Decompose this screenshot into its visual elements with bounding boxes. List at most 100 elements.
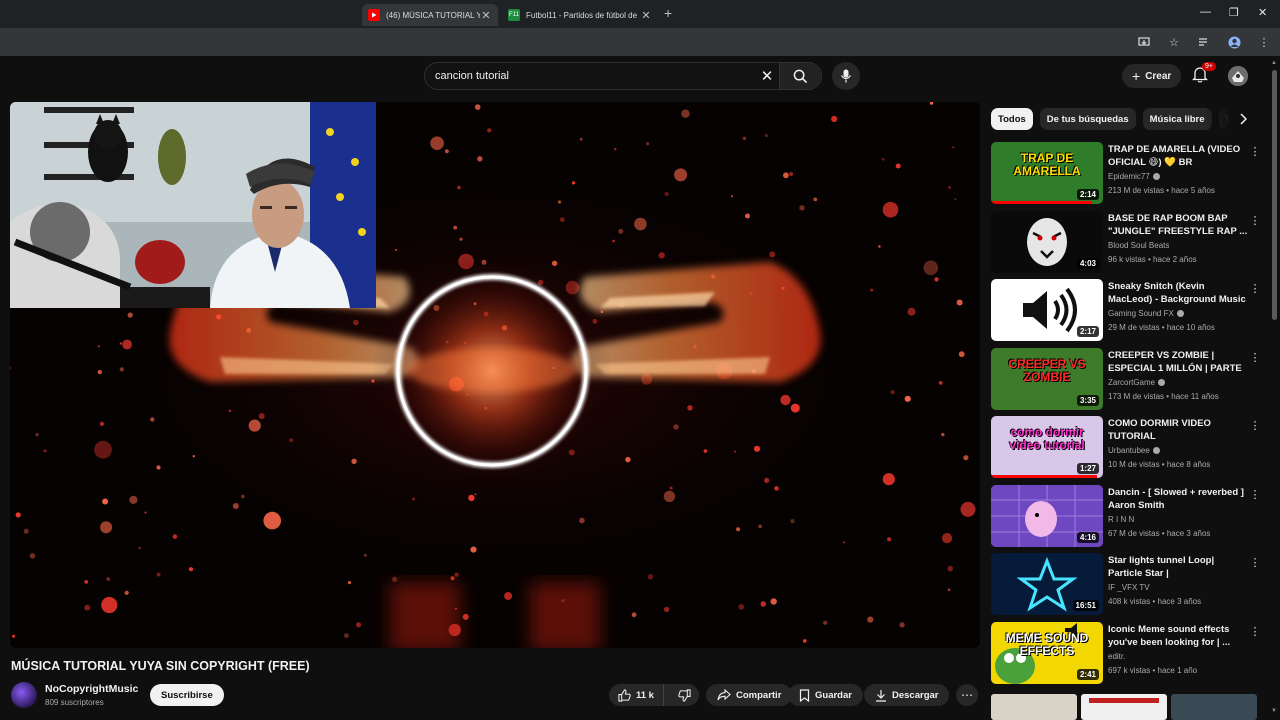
recommendation-channel[interactable]: Urbantubee (1108, 446, 1160, 455)
channel-label: Blood Soul Beats (1108, 241, 1170, 250)
more-vertical-icon[interactable]: ⋮ (1250, 281, 1261, 295)
more-vertical-icon[interactable]: ⋮ (1250, 144, 1261, 158)
recommendation-title[interactable]: Star lights tunnel Loop| Particle Star | (1108, 554, 1248, 580)
thumbnail[interactable]: 16:51 (991, 553, 1103, 615)
recommendation-title[interactable]: TRAP DE AMARELLA (VIDEO OFICIAL 😄) 💛 BR (1108, 143, 1248, 169)
more-vertical-icon[interactable]: ⋮ (1250, 487, 1261, 501)
thumbnail[interactable]: 4:16 (991, 485, 1103, 547)
recommendation-channel[interactable]: Gaming Sound FX (1108, 309, 1184, 318)
particle (344, 633, 349, 638)
recommendation-title[interactable]: COMO DORMIR VIDEO TUTORIAL (1108, 417, 1248, 443)
particle (470, 546, 477, 553)
subscribe-button[interactable]: Suscribirse (150, 684, 224, 706)
thumbnail[interactable] (991, 694, 1077, 720)
minimize-icon[interactable]: — (1200, 6, 1211, 18)
particle (745, 213, 750, 219)
chip-de-tus-busquedas[interactable]: De tus búsquedas (1039, 108, 1136, 130)
browser-tab-futbol11[interactable]: F11 Futbol11 - Partidos de fútbol de ✕ (502, 4, 658, 26)
recommendation-item[interactable]: 4:03 BASE DE RAP BOOM BAP "JUNGLE" FREEST… (991, 211, 1267, 273)
reading-list-icon[interactable] (1196, 34, 1212, 50)
particle (571, 181, 576, 185)
install-icon[interactable] (1136, 34, 1152, 50)
chip-todos[interactable]: Todos (991, 108, 1033, 130)
close-icon[interactable]: ✕ (640, 9, 652, 22)
voice-search-button[interactable] (832, 62, 860, 90)
thumbnail[interactable] (1171, 694, 1257, 720)
particle (364, 554, 367, 557)
profile-icon[interactable] (1226, 34, 1242, 50)
share-button[interactable]: Compartir (706, 684, 793, 706)
more-vertical-icon[interactable]: ⋮ (1250, 213, 1261, 227)
thumbnail[interactable] (1081, 694, 1167, 720)
close-icon[interactable]: ✕ (480, 9, 492, 22)
channel-name[interactable]: NoCopyrightMusic (45, 683, 138, 695)
chips-next-button[interactable] (1236, 112, 1250, 126)
search-input[interactable] (425, 70, 755, 82)
particle (412, 497, 416, 501)
like-button[interactable]: 11 k (609, 684, 664, 706)
duration-badge: 4:03 (1076, 258, 1099, 269)
particle (35, 433, 39, 437)
more-actions-button[interactable]: ⋯ (956, 684, 978, 706)
recommendation-channel[interactable]: IF _VFX TV (1108, 583, 1150, 592)
create-button[interactable]: + Crear (1122, 64, 1182, 88)
recommendation-item[interactable]: MEME SOUND EFFECTS 2:41 Iconic Meme sound … (991, 622, 1267, 684)
recommendation-item[interactable]: CREEPER VS ZOMBIE 3:35 CREEPER VS ZOMBIE |… (991, 348, 1267, 410)
menu-icon[interactable]: ⋮ (1256, 34, 1272, 50)
clear-search-icon[interactable]: ✕ (755, 67, 779, 85)
plus-icon[interactable]: + (664, 5, 672, 21)
dislike-button[interactable] (669, 684, 699, 706)
more-vertical-icon[interactable]: ⋮ (1250, 418, 1261, 432)
particle (487, 128, 492, 133)
upload-age: hace 10 años (1166, 323, 1215, 332)
restore-icon[interactable]: ❐ (1229, 6, 1239, 19)
particle (764, 134, 768, 138)
browser-tab-youtube[interactable]: (46) MÚSICA TUTORIAL YUYA S ✕ (362, 4, 498, 26)
more-vertical-icon[interactable]: ⋮ (1250, 350, 1261, 364)
recommendation-title[interactable]: Dancin - [ Slowed + reverbed ] Aaron Smi… (1108, 486, 1248, 512)
search-button[interactable] (779, 63, 821, 89)
thumbnail[interactable]: CREEPER VS ZOMBIE 3:35 (991, 348, 1103, 410)
thumbnail[interactable]: TRAP DE AMARELLA 2:14 (991, 142, 1103, 204)
particle (248, 419, 261, 432)
chip-musica-libre[interactable]: Música libre (1142, 108, 1212, 130)
recommendation-channel[interactable]: Epidemic77 (1108, 172, 1160, 181)
video-player[interactable] (10, 102, 980, 648)
thumbnail[interactable]: 2:17 (991, 279, 1103, 341)
recommendation-item[interactable]: 4:16 Dancin - [ Slowed + reverbed ] Aaron… (991, 485, 1267, 547)
particle (124, 590, 129, 595)
scroll-down-icon[interactable]: ▼ (1271, 708, 1277, 714)
recommendation-channel[interactable]: editr. (1108, 652, 1125, 661)
recommendation-title[interactable]: Sneaky Snitch (Kevin MacLeod) - Backgrou… (1108, 280, 1248, 306)
particle (769, 251, 776, 258)
save-button[interactable]: Guardar (788, 684, 863, 706)
recommendation-title[interactable]: BASE DE RAP BOOM BAP "JUNGLE" FREESTYLE … (1108, 212, 1248, 238)
recommendation-title[interactable]: CREEPER VS ZOMBIE | ESPECIAL 1 MILLÓN | … (1108, 349, 1248, 375)
more-vertical-icon[interactable]: ⋮ (1250, 624, 1261, 638)
account-avatar[interactable] (1228, 66, 1248, 86)
notifications-button[interactable]: 9+ (1191, 62, 1216, 86)
thumbnail[interactable]: 4:03 (991, 211, 1103, 273)
recommendation-item[interactable]: 2:17 Sneaky Snitch (Kevin MacLeod) - Back… (991, 279, 1267, 341)
more-vertical-icon[interactable]: ⋮ (1250, 555, 1261, 569)
thumbnail[interactable]: como dormir video tutorial 1:27 (991, 416, 1103, 478)
watch-progress-bar (991, 475, 1098, 478)
download-button[interactable]: Descargar (864, 684, 950, 706)
scroll-up-icon[interactable]: ▲ (1271, 60, 1277, 66)
recommendation-item[interactable]: como dormir video tutorial 1:27 COMO DORMI… (991, 416, 1267, 478)
sidebar-scrollbar[interactable] (1272, 70, 1277, 320)
recommendation-title[interactable]: Iconic Meme sound effects you've been lo… (1108, 623, 1248, 649)
particle (669, 486, 673, 490)
recommendation-channel[interactable]: Blood Soul Beats (1108, 241, 1169, 250)
duration-badge: 2:14 (1076, 189, 1099, 200)
channel-avatar[interactable] (11, 682, 37, 708)
particle (450, 576, 455, 581)
recommendation-channel[interactable]: R I N N (1108, 515, 1134, 524)
thumbnail[interactable]: MEME SOUND EFFECTS 2:41 (991, 622, 1103, 684)
recommendation-channel[interactable]: ZarcortGame (1108, 378, 1166, 387)
star-icon[interactable]: ☆ (1166, 34, 1182, 50)
recommendation-item[interactable]: 16:51 Star lights tunnel Loop| Particle S… (991, 553, 1267, 615)
thumbnail-text: como dormir video tutorial (1009, 425, 1085, 452)
recommendation-item[interactable]: TRAP DE AMARELLA 2:14 TRAP DE AMARELLA (VI… (991, 142, 1267, 204)
close-icon[interactable]: ✕ (1258, 6, 1267, 19)
